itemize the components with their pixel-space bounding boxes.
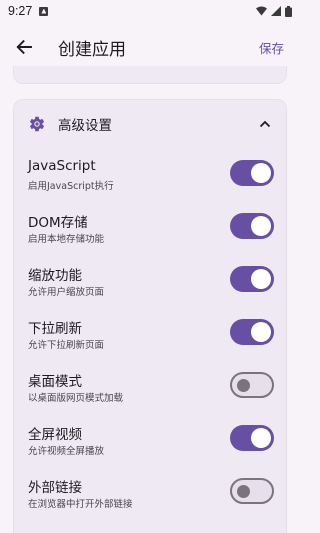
setting-description: 以桌面版网页模式加载: [28, 393, 124, 404]
wifi-icon: [256, 6, 267, 16]
setting-desktop-mode: 桌面模式 以桌面版网页模式加载: [14, 370, 288, 410]
zoom-toggle[interactable]: [230, 266, 274, 292]
setting-label: 桌面模式: [28, 374, 82, 390]
setting-label: 下拉刷新: [28, 321, 82, 337]
setting-label: JavaScript: [28, 158, 96, 174]
setting-fullscreen-video: 全屏视频 允许视频全屏播放: [14, 423, 288, 463]
toggle-thumb: [237, 484, 250, 498]
status-time: 9:27: [8, 4, 33, 18]
setting-label: 全屏视频: [28, 427, 82, 443]
dom-storage-toggle[interactable]: [230, 213, 274, 239]
toggle-thumb: [237, 378, 250, 392]
advanced-settings-header[interactable]: 高级设置: [14, 100, 288, 148]
setting-description: 允许视频全屏播放: [28, 446, 105, 457]
setting-description: 允许用户缩放页面: [28, 287, 105, 298]
toggle-thumb: [251, 269, 271, 289]
signal-icon: [271, 6, 281, 16]
toggle-thumb: [251, 322, 271, 342]
setting-pull-refresh: 下拉刷新 允许下拉刷新页面: [14, 317, 288, 357]
external-links-toggle[interactable]: [230, 478, 274, 504]
setting-description: 启用JavaScript执行: [28, 181, 114, 192]
setting-description: 允许下拉刷新页面: [28, 340, 105, 351]
javascript-toggle[interactable]: [230, 160, 274, 186]
advanced-settings-title: 高级设置: [58, 118, 112, 134]
back-button[interactable]: [12, 35, 36, 59]
fullscreen-video-toggle[interactable]: [230, 425, 274, 451]
setting-external-links: 外部链接 在浏览器中打开外部链接: [14, 476, 288, 516]
setting-description: 启用本地存储功能: [28, 234, 105, 245]
arrow-left-icon: [16, 39, 32, 55]
setting-javascript: JavaScript 启用JavaScript执行: [14, 158, 288, 198]
page-title: 创建应用: [58, 39, 126, 60]
status-icons: [256, 5, 292, 17]
toggle-thumb: [251, 216, 271, 236]
setting-label: DOM存储: [28, 215, 88, 231]
battery-icon: [285, 5, 292, 17]
toggle-thumb: [251, 428, 271, 448]
gear-icon: [29, 116, 45, 132]
advanced-settings-card: 高级设置 JavaScript 启用JavaScript执行 DOM存储 启用本…: [13, 99, 287, 533]
desktop-mode-toggle[interactable]: [230, 372, 274, 398]
setting-label: 缩放功能: [28, 268, 82, 284]
setting-label: 外部链接: [28, 480, 82, 496]
toggle-thumb: [251, 163, 271, 183]
save-button[interactable]: 保存: [259, 38, 284, 57]
previous-section-card: [13, 66, 287, 84]
notification-icon: [39, 6, 49, 16]
app-bar: 创建应用 保存: [0, 22, 300, 72]
setting-description: 在浏览器中打开外部链接: [28, 499, 133, 510]
chevron-up-icon[interactable]: [258, 117, 272, 131]
status-bar: 9:27: [0, 0, 300, 22]
pull-refresh-toggle[interactable]: [230, 319, 274, 345]
setting-dom-storage: DOM存储 启用本地存储功能: [14, 211, 288, 251]
setting-zoom: 缩放功能 允许用户缩放页面: [14, 264, 288, 304]
